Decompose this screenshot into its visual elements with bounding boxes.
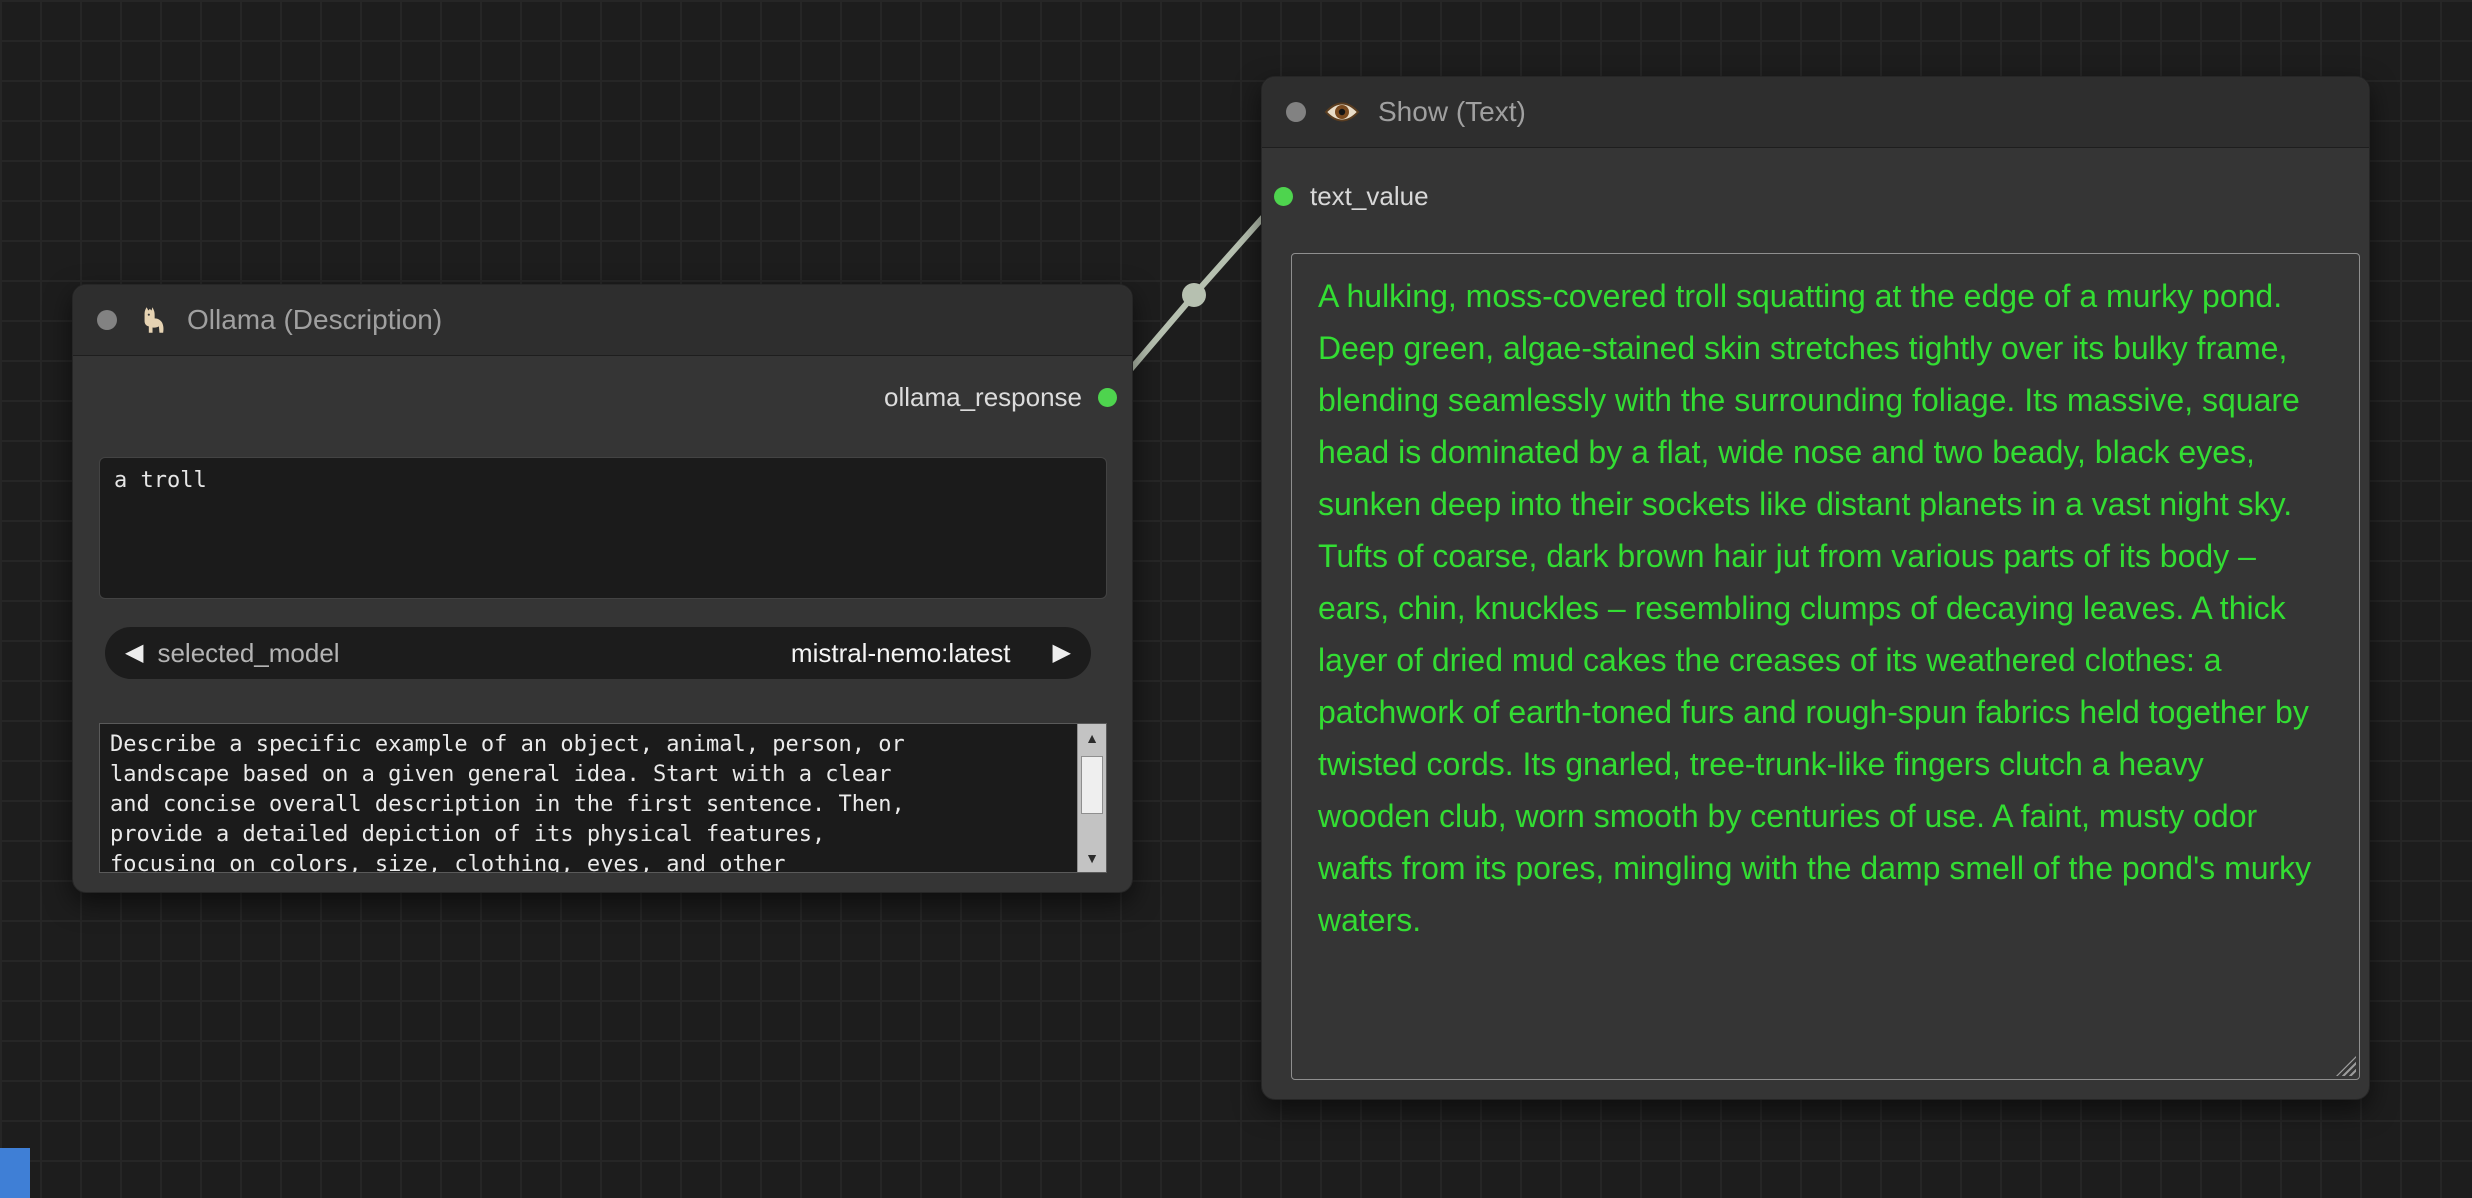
show-node-title-bar[interactable]: Show (Text) bbox=[1262, 77, 2369, 148]
scrollbar[interactable]: ▲ ▼ bbox=[1077, 724, 1106, 872]
combo-label: selected_model bbox=[157, 637, 340, 668]
prompt-text-input[interactable]: a troll bbox=[99, 457, 1107, 599]
prev-model-arrow-icon[interactable]: ◀ bbox=[125, 641, 143, 665]
node-ollama-description[interactable]: Ollama (Description) ollama_response a t… bbox=[72, 284, 1133, 893]
node-title: Ollama (Description) bbox=[187, 304, 443, 335]
scroll-thumb[interactable] bbox=[1081, 756, 1103, 814]
show-text-content: A hulking, moss-covered troll squatting … bbox=[1318, 278, 2312, 938]
llama-icon bbox=[135, 303, 169, 337]
ollama-node-title-bar[interactable]: Ollama (Description) bbox=[73, 285, 1132, 356]
combo-value: mistral-nemo:latest bbox=[790, 637, 1011, 668]
system-prompt-text[interactable]: Describe a specific example of an object… bbox=[100, 724, 1106, 872]
show-text-area[interactable]: A hulking, moss-covered troll squatting … bbox=[1291, 253, 2360, 1080]
scroll-up-icon[interactable]: ▲ bbox=[1078, 724, 1106, 752]
resize-grip-icon[interactable] bbox=[2336, 1056, 2356, 1076]
eye-icon bbox=[1324, 99, 1360, 125]
next-model-arrow-icon[interactable]: ▶ bbox=[1053, 641, 1071, 665]
scroll-down-icon[interactable]: ▼ bbox=[1078, 844, 1106, 872]
node-status-dot[interactable] bbox=[97, 310, 117, 330]
link-midpoint-dot[interactable] bbox=[1182, 283, 1206, 307]
output-label: ollama_response bbox=[883, 382, 1082, 412]
input-label: text_value bbox=[1310, 181, 1429, 211]
node-show-text[interactable]: Show (Text) text_value A hulking, moss-c… bbox=[1261, 76, 2370, 1100]
node-status-dot[interactable] bbox=[1286, 102, 1306, 122]
system-prompt-area[interactable]: Describe a specific example of an object… bbox=[99, 723, 1107, 873]
selected-model-widget[interactable]: ◀ selected_model mistral-nemo:latest ▶ bbox=[105, 627, 1091, 679]
node-editor-canvas[interactable]: Ollama (Description) ollama_response a t… bbox=[0, 0, 2472, 1198]
node-title: Show (Text) bbox=[1378, 96, 1526, 127]
input-port-text-value[interactable] bbox=[1274, 187, 1293, 206]
output-port-ollama-response[interactable] bbox=[1098, 388, 1117, 407]
